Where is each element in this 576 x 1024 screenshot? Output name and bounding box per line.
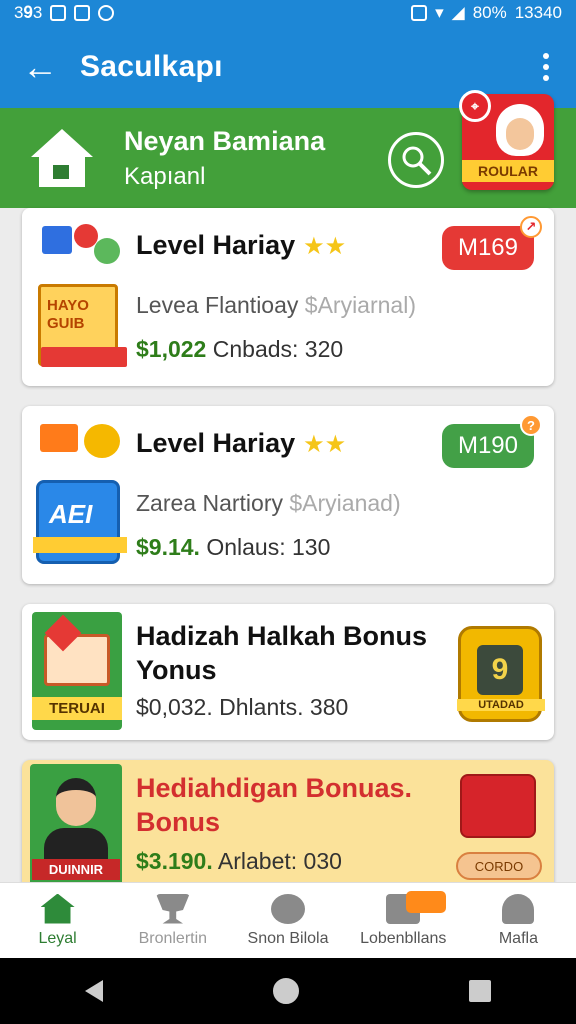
recents-square-icon[interactable]	[469, 980, 491, 1002]
info-badge-icon: ?	[520, 414, 542, 436]
card-detail: Dhlants. 380	[219, 694, 349, 720]
back-triangle-icon[interactable]	[85, 980, 103, 1002]
signal-icon: ◢	[451, 3, 465, 22]
star-rating: ★★	[303, 431, 347, 458]
card-amount: $9.14.	[136, 534, 200, 560]
nav-label: Leyal	[38, 929, 77, 947]
gear-icon	[271, 893, 305, 924]
app-title: Saculkapı	[80, 50, 223, 83]
profile-banner: Neyan Bamiana Kapıanl ⌖ ROULAR	[0, 90, 576, 208]
apple-icon	[94, 238, 120, 264]
user-avatar: DUINNIR	[30, 764, 122, 886]
nav-label: Mafla	[498, 929, 538, 947]
card-title: Hediahdigan Bonuas. Bonus	[136, 773, 413, 837]
avatar-label: DUINNIR	[32, 859, 120, 880]
overflow-menu-icon[interactable]	[516, 53, 576, 81]
gift-box-icon	[42, 226, 72, 254]
wifi-icon: ▾	[435, 3, 444, 22]
card-amount: $1,022	[136, 336, 207, 362]
app-notification-icon	[74, 5, 91, 21]
home-icon[interactable]	[0, 108, 124, 208]
card-amount: $3.190.	[136, 848, 213, 874]
points-pill[interactable]: M190 ?	[442, 414, 542, 468]
points-pill[interactable]: M169 ↗	[442, 216, 542, 270]
card-detail: Onlaus: 130	[206, 534, 331, 560]
coin-bag-icon	[84, 424, 120, 458]
claim-button-label: CORDO	[474, 858, 524, 874]
lock-label: UTADAD	[457, 699, 545, 711]
card-subtitle: Levea Flantioay	[136, 292, 299, 318]
avatar-face-icon	[496, 104, 544, 156]
search-icon[interactable]	[388, 132, 444, 188]
nav-tab-settings[interactable]: Snon Bilola	[230, 883, 345, 958]
lock-number: 9	[477, 645, 523, 695]
points-pill-text: M190	[457, 432, 519, 459]
card-title: Hadizah Halkah Bonus Yonus	[136, 621, 428, 685]
status-left-text: 3𝟗3	[14, 3, 43, 22]
nav-tab-profile[interactable]: Mafla	[461, 883, 576, 958]
card-title: Level Hariay	[136, 428, 296, 458]
star-rating: ★★	[303, 233, 347, 260]
notification-icon	[50, 5, 67, 21]
tag-text: AEI	[49, 499, 93, 529]
system-nav-bar	[0, 958, 576, 1024]
status-bar: 3𝟗3 ▾ ◢ 80% 13340	[0, 0, 576, 26]
gift-tin-icon	[460, 774, 536, 838]
home-icon	[40, 893, 75, 924]
bottom-navigation: Leyal Bronlertin Snon Bilola Lobenbllans…	[0, 882, 576, 958]
alert-icon	[98, 5, 115, 21]
home-circle-icon[interactable]	[273, 978, 299, 1004]
reward-card[interactable]: AEI Level Hariay ★★ M190 ? Zarea Nartiory…	[22, 406, 554, 584]
vibrate-icon	[411, 5, 428, 21]
location-pin-icon: ⌖	[459, 90, 491, 122]
back-arrow-icon[interactable]: ←	[0, 26, 80, 108]
lock-badge-icon: 9 UTADAD	[457, 626, 545, 722]
claim-button[interactable]: CORDO	[456, 852, 542, 880]
sale-tag-icon: AEI	[33, 480, 127, 564]
notification-badge-icon	[405, 891, 446, 913]
card-detail: Arlabet: 030	[217, 848, 342, 874]
promo-label: ROULAR	[462, 160, 554, 182]
card-amount: $0,032.	[136, 694, 213, 720]
nav-label: Lobenbllans	[360, 929, 447, 947]
points-pill-text: M169	[457, 234, 519, 261]
trophy-icon	[155, 893, 190, 924]
bonus-card[interactable]: TERUAI Hadizah Halkah Bonus Yonus $0,032…	[22, 604, 554, 740]
card-subtitle-note: $Aryiarnal)	[304, 292, 416, 318]
nav-tab-level[interactable]: Leyal	[0, 883, 115, 958]
card-title: Level Hariay	[136, 230, 296, 260]
reward-card[interactable]: HAYO GUIB Level Hariay ★★ M169 ↗ Levea Fl…	[22, 208, 554, 386]
nav-label: Snon Bilola	[247, 929, 329, 947]
nav-tab-rewards[interactable]: Lobenbllans	[346, 883, 461, 958]
card-subtitle: Zarea Nartiory	[136, 490, 283, 516]
card-subtitle-note: $Aryianad)	[289, 490, 401, 516]
external-link-icon: ↗	[520, 216, 542, 238]
clock: 13340	[514, 3, 562, 22]
bonus-calendar-icon: TERUAI	[32, 612, 122, 730]
thumb-label: TERUAI	[32, 697, 122, 720]
nav-tab-trophy[interactable]: Bronlertin	[115, 883, 230, 958]
profile-icon	[502, 893, 535, 924]
ticket-text: HAYO GUIB	[47, 297, 89, 332]
coupon-ticket-icon: HAYO GUIB	[38, 284, 127, 367]
battery-percent: 80%	[472, 3, 507, 22]
bonus-card[interactable]: DUINNIR Hediahdigan Bonuas. Bonus $3.190…	[22, 760, 554, 896]
promo-avatar-badge[interactable]: ⌖ ROULAR	[459, 90, 554, 190]
gift-box-icon	[40, 424, 78, 452]
card-detail: Cnbads: 320	[212, 336, 344, 362]
nav-label: Bronlertin	[138, 929, 208, 947]
